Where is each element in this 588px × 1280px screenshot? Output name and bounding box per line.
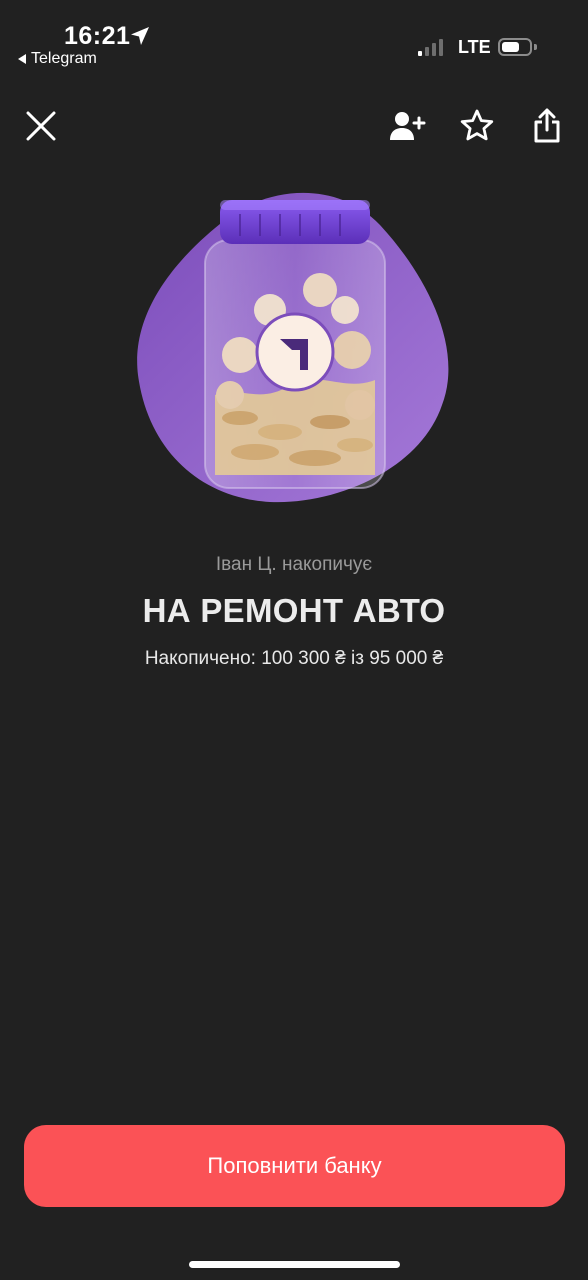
top-up-jar-button[interactable]: Поповнити банку: [24, 1125, 565, 1207]
back-app-label: Telegram: [31, 50, 97, 67]
jar-owner-text: Іван Ц. накопичує: [215, 554, 373, 575]
home-indicator[interactable]: [189, 1261, 400, 1268]
back-to-app[interactable]: Telegram: [18, 50, 97, 68]
battery-tip: [534, 44, 537, 50]
jar-progress-text: Накопичено: 100 300 ₴ із 95 000 ₴: [144, 648, 444, 669]
jar-title: НА РЕМОНТ АВТО: [142, 592, 446, 629]
add-user-icon: [390, 112, 426, 140]
star-icon: [460, 109, 494, 141]
network-type: LTE: [458, 37, 491, 57]
location-arrow-icon: [131, 27, 149, 45]
signal-icon: [418, 39, 443, 56]
battery-icon: [498, 38, 532, 56]
jar-illustration: [137, 192, 449, 503]
close-button[interactable]: [21, 106, 61, 146]
status-bar: 16:21 Telegram LTE: [0, 0, 588, 80]
add-user-button[interactable]: [387, 106, 427, 146]
status-time: 16:21: [64, 22, 131, 50]
close-icon: [26, 111, 56, 141]
share-button[interactable]: [527, 106, 567, 146]
back-triangle-icon: [18, 54, 26, 64]
favorite-button[interactable]: [457, 106, 497, 146]
share-icon: [534, 108, 560, 143]
mono-badge: [255, 312, 335, 392]
